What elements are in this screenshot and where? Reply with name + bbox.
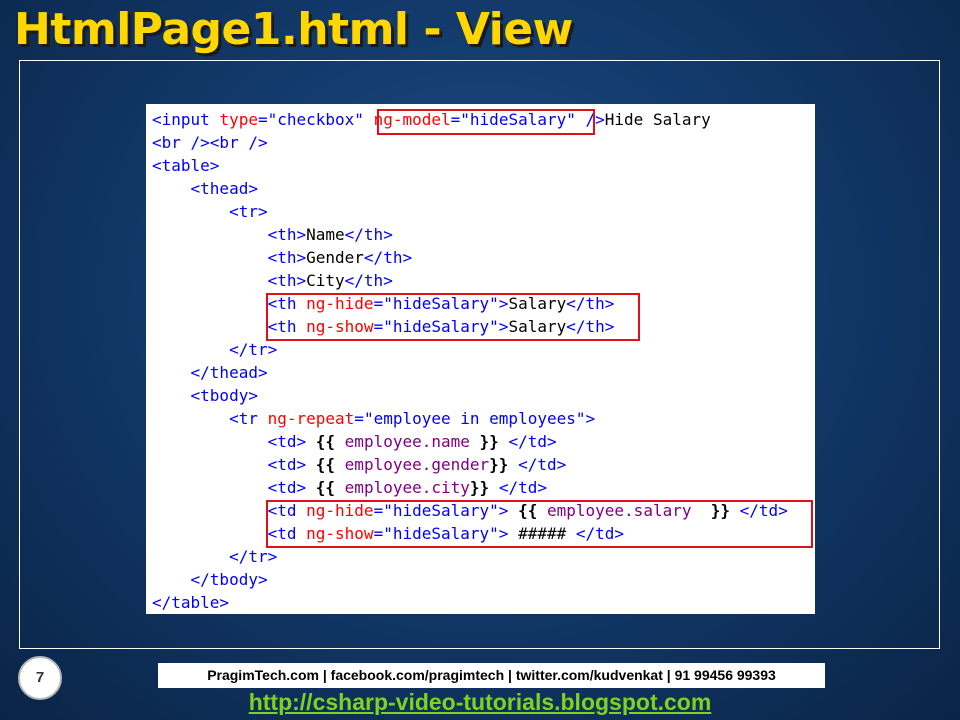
code-token-tag: </td> — [508, 432, 557, 451]
code-token-attr: type — [219, 110, 258, 129]
code-token-tag: </thead> — [190, 363, 268, 382]
code-token-tag: <td> — [267, 432, 307, 451]
code-token-tag: </td> — [518, 455, 567, 474]
code-line: </tr> — [152, 545, 277, 568]
footer-info-bar: PragimTech.com | facebook.com/pragimtech… — [158, 663, 825, 688]
code-token-tag: <tr> — [229, 202, 268, 221]
code-token-tag: </tr> — [229, 547, 278, 566]
code-token-text: Gender — [306, 248, 364, 267]
code-token-brace: }} — [489, 455, 509, 474]
code-line: <thead> — [152, 177, 258, 200]
code-token-tag: = — [354, 409, 364, 428]
code-line: <br /><br /> — [152, 131, 268, 154]
code-token-tag: </th> — [363, 248, 413, 267]
code-line: </table> — [152, 591, 229, 614]
code-token-brace: }} — [469, 478, 490, 497]
code-line: <td> {{ employee.gender}} </td> — [152, 453, 567, 476]
code-token-expr: employee.gender — [344, 455, 490, 474]
code-line: <tr ng-repeat="employee in employees"> — [152, 407, 595, 430]
code-token-attr: ng-repeat — [267, 409, 355, 428]
code-token-str: "employee in employees" — [363, 409, 586, 428]
code-token-brace: {{ — [315, 478, 336, 497]
code-token-tag: </table> — [152, 593, 230, 612]
code-token-text: Hide Salary — [604, 110, 711, 129]
code-token-brace: {{ — [315, 432, 336, 451]
code-token-tag: <input — [152, 110, 220, 129]
code-token-tag: <thead> — [190, 179, 258, 198]
highlight-td-hide-show — [266, 500, 813, 548]
code-token-text: Name — [306, 225, 345, 244]
code-token-tag: </tr> — [229, 340, 278, 359]
code-token-tag: </td> — [498, 478, 547, 497]
code-token-brace: }} — [479, 432, 499, 451]
code-line: </tbody> — [152, 568, 268, 591]
code-token-tag: </th> — [344, 271, 393, 290]
footer-blog-link[interactable]: http://csharp-video-tutorials.blogspot.c… — [0, 689, 960, 716]
code-token-tag: <th> — [267, 271, 307, 290]
code-token-tag: > — [585, 409, 596, 428]
code-line: <th>Gender</th> — [152, 246, 413, 269]
code-token-tag: <th> — [267, 225, 307, 244]
code-token-tag: <table> — [152, 156, 220, 175]
code-line: </thead> — [152, 361, 268, 384]
code-line: </tr> — [152, 338, 277, 361]
code-token-tag: </tbody> — [190, 570, 268, 589]
code-line: <th>Name</th> — [152, 223, 393, 246]
code-token-brace: {{ — [315, 455, 336, 474]
code-line: <th>City</th> — [152, 269, 393, 292]
highlight-th-hide-show — [266, 293, 640, 341]
code-line: <table> — [152, 154, 219, 177]
code-token-tag: <th> — [267, 248, 307, 267]
highlight-ng-model — [377, 109, 595, 135]
code-token-expr: employee.name — [344, 432, 470, 451]
code-line: <tbody> — [152, 384, 258, 407]
slide-title: HtmlPage1.html - View — [14, 4, 573, 55]
code-token-tag: <tbody> — [190, 386, 258, 405]
code-token-tag: <td> — [267, 478, 307, 497]
code-line: <tr> — [152, 200, 268, 223]
code-token-tag: <br /><br /> — [152, 133, 268, 152]
code-token-tag: <tr — [229, 409, 268, 428]
code-token-tag: = — [257, 110, 268, 129]
code-token-tag: <td> — [267, 455, 307, 474]
code-token-tag: </th> — [344, 225, 393, 244]
code-token-str: "checkbox" — [267, 110, 364, 129]
code-token-text: City — [306, 271, 345, 290]
code-line: <td> {{ employee.city}} </td> — [152, 476, 547, 499]
code-line: <td> {{ employee.name }} </td> — [152, 430, 557, 453]
code-token-expr: employee.city — [344, 478, 470, 497]
code-listing: <input type="checkbox" ng-model="hideSal… — [146, 104, 815, 614]
